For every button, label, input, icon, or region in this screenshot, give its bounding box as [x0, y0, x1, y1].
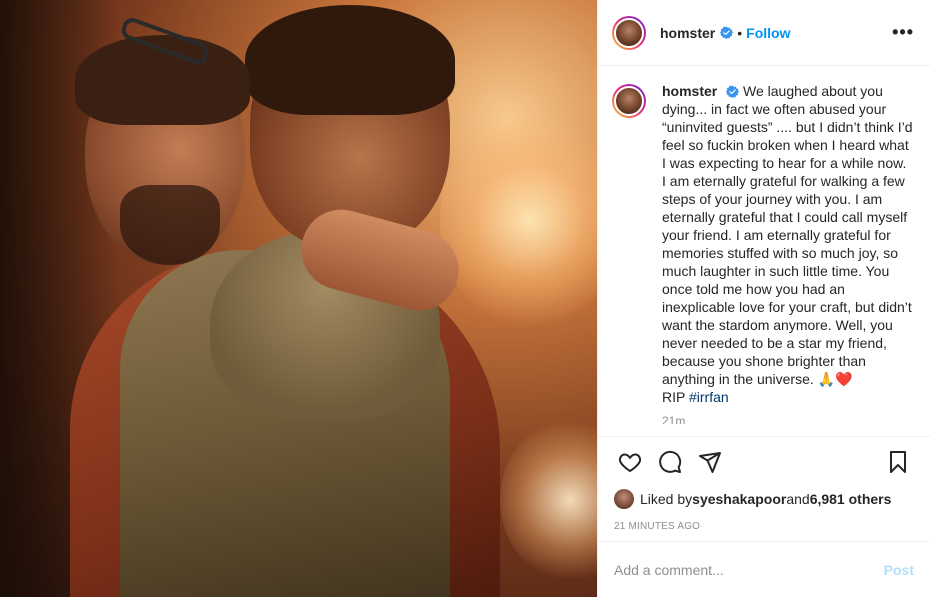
comment-bubble-icon	[659, 450, 682, 473]
add-comment-bar: Post	[598, 541, 930, 597]
like-button[interactable]	[610, 442, 650, 482]
likes-middle: and	[786, 491, 810, 507]
hashtag-link[interactable]: #irrfan	[689, 389, 729, 405]
comment-button[interactable]	[650, 442, 690, 482]
save-button[interactable]	[878, 442, 918, 482]
caption-row: homster We laughed about you dying... in…	[612, 82, 914, 406]
caption-author-avatar[interactable]	[612, 84, 646, 118]
photo-light-glow	[500, 420, 597, 580]
post-time-ago: 21 MINUTES AGO	[614, 521, 701, 532]
share-button[interactable]	[690, 442, 730, 482]
caption-body: We laughed about you dying... in fact we…	[662, 83, 913, 387]
comments-section[interactable]: homster We laughed about you dying... in…	[598, 66, 930, 437]
action-bar	[598, 437, 930, 487]
post-comment-button[interactable]: Post	[884, 562, 914, 578]
more-options-icon[interactable]: •••	[892, 22, 914, 43]
caption-text: homster We laughed about you dying... in…	[662, 82, 914, 406]
liker-avatar[interactable]	[614, 489, 634, 509]
caption-rip: RIP	[662, 389, 689, 405]
heart-icon	[618, 453, 642, 473]
caption-username[interactable]: homster	[662, 83, 717, 99]
caption-timestamp: 21m	[662, 414, 686, 424]
verified-badge-icon	[720, 26, 734, 39]
post-header: homster • Follow •••	[598, 0, 930, 66]
photo-light-glow	[440, 110, 597, 330]
likes-others-link[interactable]: 6,981 others	[810, 491, 892, 507]
post-photo[interactable]	[0, 0, 597, 597]
instagram-post: homster • Follow ••• homster We laughed …	[0, 0, 930, 597]
photo-hair-back	[245, 5, 455, 115]
photo-beard	[120, 185, 220, 265]
post-side-panel: homster • Follow ••• homster We laughed …	[597, 0, 930, 597]
liker-username[interactable]: syeshakapoor	[692, 491, 786, 507]
author-username[interactable]: homster	[660, 25, 715, 41]
likes-prefix: Liked by	[640, 491, 693, 507]
bookmark-icon	[890, 451, 906, 473]
follow-button[interactable]: Follow	[746, 25, 790, 41]
comment-input[interactable]	[614, 561, 884, 578]
separator-dot: •	[737, 24, 743, 41]
likes-summary: Liked by syeshakapoor and 6,981 others	[598, 487, 930, 511]
verified-badge-icon	[726, 85, 740, 98]
author-avatar[interactable]	[612, 15, 646, 50]
paper-plane-icon	[699, 452, 721, 473]
